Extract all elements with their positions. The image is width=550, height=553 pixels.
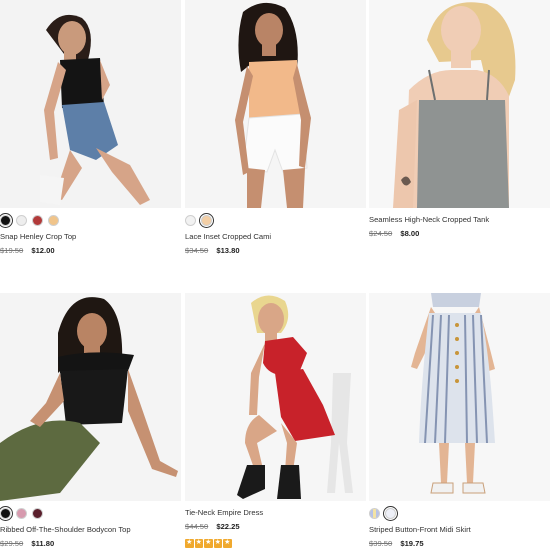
color-swatch-white[interactable]	[185, 215, 196, 226]
star-icon: ★	[204, 539, 213, 548]
sale-price: $13.80	[216, 246, 240, 255]
product-price: $24.50 $8.00	[369, 229, 419, 238]
color-swatch-white-stripe[interactable]	[383, 506, 398, 521]
color-swatch-peach[interactable]	[199, 213, 214, 228]
sale-price: $8.00	[400, 229, 420, 238]
original-price: $34.50	[185, 246, 209, 255]
product-image[interactable]	[185, 293, 366, 501]
sale-price: $19.75	[400, 539, 424, 548]
sale-price: $11.80	[31, 539, 55, 548]
rating-stars[interactable]: ★ ★ ★ ★ ★	[185, 539, 232, 548]
product-card[interactable]: Snap Henley Crop Top $19.50 $12.00	[0, 0, 181, 260]
color-swatch-blue-stripe[interactable]	[369, 508, 380, 519]
product-card[interactable]: Striped Button-Front Midi Skirt $39.50 $…	[369, 293, 550, 553]
original-price: $39.50	[369, 539, 393, 548]
product-price: $34.50 $13.80	[185, 246, 240, 255]
product-name[interactable]: Tie-Neck Empire Dress	[185, 508, 263, 517]
product-photo-illustration	[185, 0, 366, 208]
original-price: $44.50	[185, 522, 209, 531]
color-swatch-pink[interactable]	[16, 508, 27, 519]
color-swatch-burgundy[interactable]	[32, 508, 43, 519]
product-name[interactable]: Striped Button-Front Midi Skirt	[369, 525, 471, 534]
product-price: $39.50 $19.75	[369, 539, 424, 548]
product-image[interactable]	[0, 0, 181, 208]
product-photo-illustration	[369, 0, 550, 208]
product-name[interactable]: Seamless High-Neck Cropped Tank	[369, 215, 489, 224]
product-name[interactable]: Snap Henley Crop Top	[0, 232, 76, 241]
product-photo-illustration	[0, 293, 181, 501]
original-price: $29.50	[0, 539, 24, 548]
color-swatch-black[interactable]	[0, 506, 13, 521]
product-price: $44.50 $22.25	[185, 522, 240, 531]
star-icon: ★	[213, 539, 222, 548]
product-card[interactable]: Ribbed Off-The-Shoulder Bodycon Top $29.…	[0, 293, 181, 553]
color-swatch-black[interactable]	[0, 213, 13, 228]
product-image[interactable]	[369, 0, 550, 208]
color-swatch-white[interactable]	[16, 215, 27, 226]
product-price: $19.50 $12.00	[0, 246, 55, 255]
product-photo-illustration	[369, 293, 550, 501]
color-swatch-tan[interactable]	[48, 215, 59, 226]
product-price: $29.50 $11.80	[0, 539, 54, 548]
star-icon: ★	[185, 539, 194, 548]
color-swatch-red[interactable]	[32, 215, 43, 226]
product-card[interactable]: Lace Inset Cropped Cami $34.50 $13.80	[185, 0, 366, 260]
product-name[interactable]: Ribbed Off-The-Shoulder Bodycon Top	[0, 525, 131, 534]
product-image[interactable]	[0, 293, 181, 501]
product-photo-illustration	[0, 0, 181, 208]
product-photo-illustration	[185, 293, 366, 501]
product-card[interactable]: Tie-Neck Empire Dress $44.50 $22.25 ★ ★ …	[185, 293, 366, 553]
original-price: $24.50	[369, 229, 393, 238]
sale-price: $22.25	[216, 522, 240, 531]
sale-price: $12.00	[31, 246, 55, 255]
product-image[interactable]	[185, 0, 366, 208]
product-card[interactable]: Seamless High-Neck Cropped Tank $24.50 $…	[369, 0, 550, 260]
product-image[interactable]	[369, 293, 550, 501]
original-price: $19.50	[0, 246, 24, 255]
star-icon: ★	[194, 539, 203, 548]
star-icon: ★	[223, 539, 232, 548]
product-name[interactable]: Lace Inset Cropped Cami	[185, 232, 271, 241]
